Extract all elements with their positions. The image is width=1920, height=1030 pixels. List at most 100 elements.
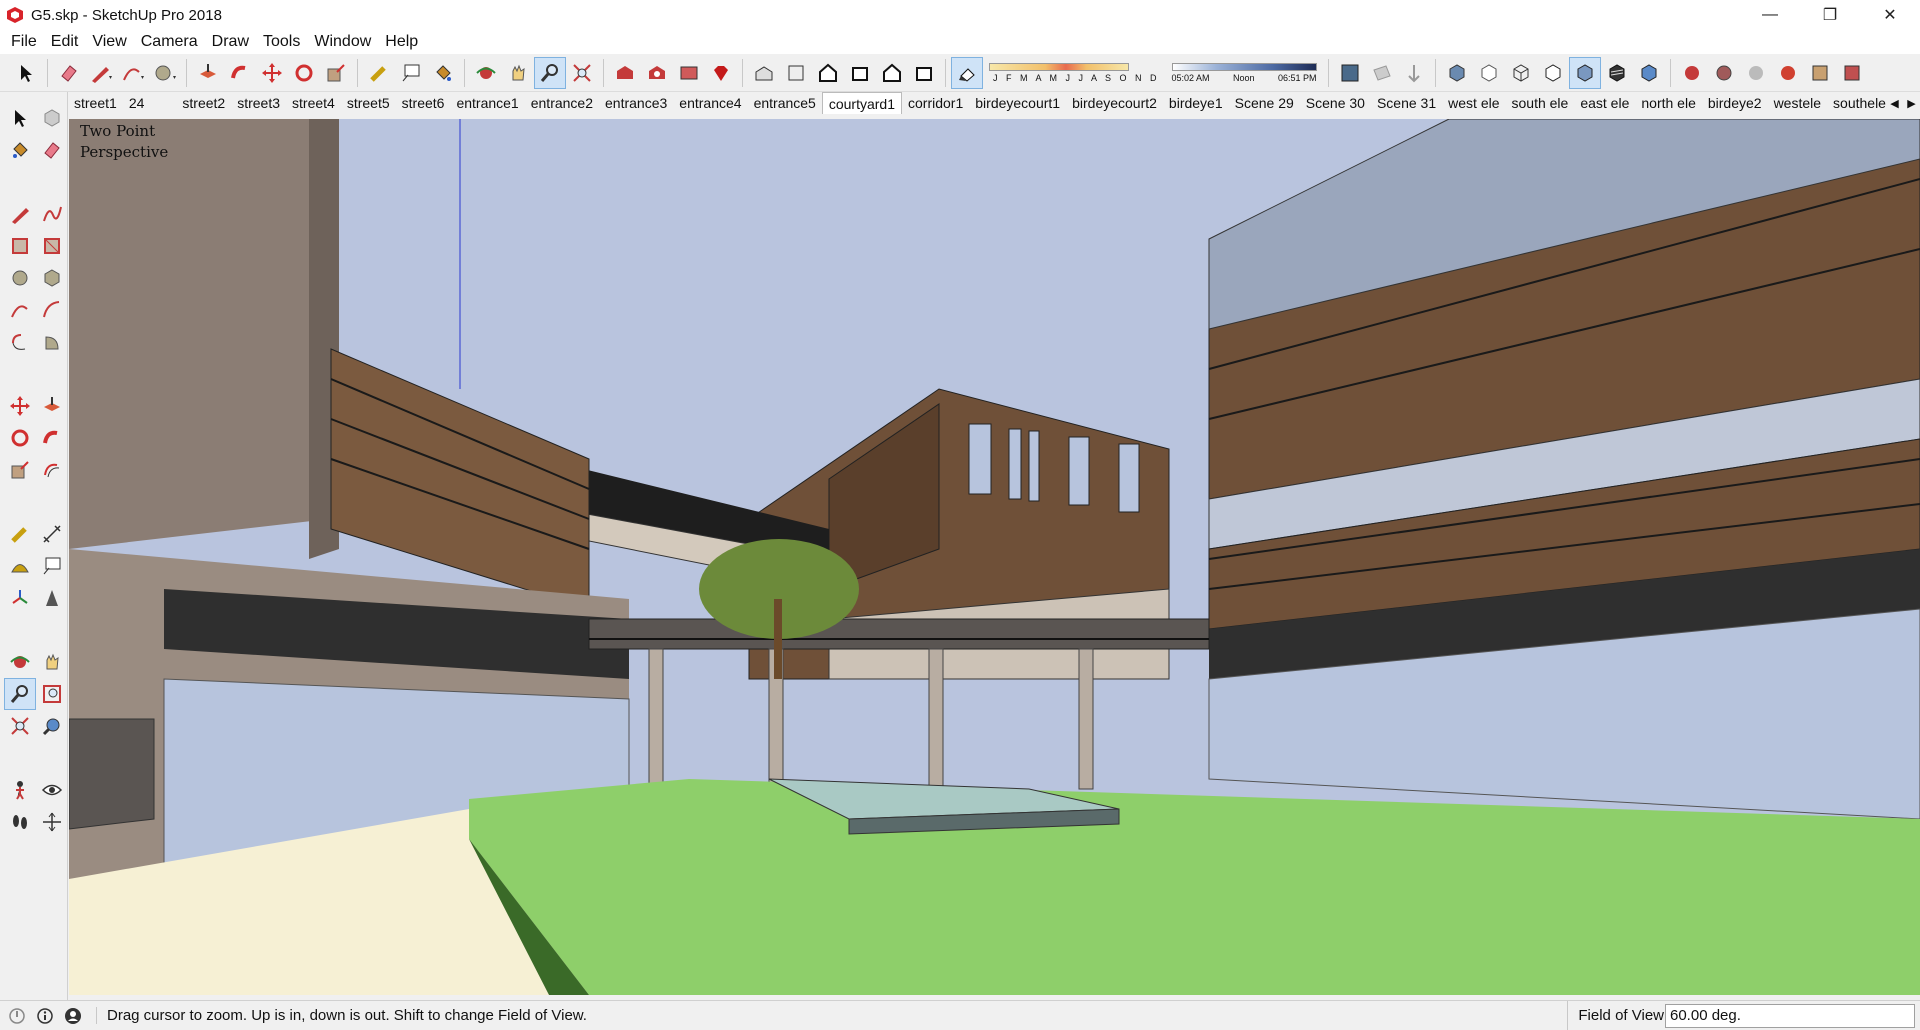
move-tool-button[interactable] xyxy=(256,57,288,89)
line-tool-button[interactable] xyxy=(85,57,117,89)
shadow-date-slider[interactable]: J F M A M J J A S O N D xyxy=(989,62,1160,83)
paint-bucket-tool[interactable] xyxy=(4,134,36,166)
scene-tab-scene-29[interactable]: Scene 29 xyxy=(1229,92,1300,114)
pie-tool[interactable] xyxy=(36,326,68,358)
component-tool-6-button[interactable] xyxy=(1836,57,1868,89)
scene-tab-street2[interactable]: street2 xyxy=(176,92,231,114)
scene-tab-birdeyecourt2[interactable]: birdeyecourt2 xyxy=(1066,92,1163,114)
zoom-tool[interactable] xyxy=(4,678,36,710)
scene-tab-east-ele[interactable]: east ele xyxy=(1574,92,1635,114)
protractor-tool[interactable] xyxy=(4,550,36,582)
tape-measure-button[interactable] xyxy=(363,57,395,89)
zoom-extents-tool[interactable] xyxy=(4,710,36,742)
menu-help[interactable]: Help xyxy=(378,30,425,54)
push-pull-tool[interactable] xyxy=(36,390,68,422)
push-pull-button[interactable] xyxy=(192,57,224,89)
scene-tab-birdeyecourt1[interactable]: birdeyecourt1 xyxy=(969,92,1066,114)
section-plane-tool[interactable] xyxy=(36,806,68,838)
eraser-tool[interactable] xyxy=(36,134,68,166)
follow-me-button[interactable] xyxy=(224,57,256,89)
front-view-button[interactable] xyxy=(812,57,844,89)
scene-tab-entrance5[interactable]: entrance5 xyxy=(748,92,822,114)
maximize-button[interactable]: ❐ xyxy=(1800,0,1860,30)
rotate-tool-button[interactable] xyxy=(288,57,320,89)
model-viewport[interactable]: Two Point Perspective xyxy=(69,119,1920,995)
arc-tool-button[interactable] xyxy=(117,57,149,89)
tape-measure-tool[interactable] xyxy=(4,518,36,550)
back-view-button[interactable] xyxy=(876,57,908,89)
eraser-tool-button[interactable] xyxy=(53,57,85,89)
display-section-cuts-button[interactable] xyxy=(1398,57,1430,89)
paint-bucket-button[interactable] xyxy=(427,57,459,89)
top-view-button[interactable] xyxy=(780,57,812,89)
circle-tool[interactable] xyxy=(4,262,36,294)
select-tool-button[interactable] xyxy=(10,57,42,89)
display-section-planes-button[interactable] xyxy=(1366,57,1398,89)
scene-tab-street1[interactable]: street1 xyxy=(68,92,123,114)
menu-window[interactable]: Window xyxy=(307,30,378,54)
scene-tab-southele[interactable]: southele xyxy=(1827,92,1892,114)
rotate-tool[interactable] xyxy=(4,422,36,454)
shadows-toggle-button[interactable] xyxy=(951,56,983,89)
credits-info-icon[interactable] xyxy=(34,1005,56,1027)
menu-view[interactable]: View xyxy=(85,30,133,54)
scene-tab-scene-30[interactable]: Scene 30 xyxy=(1300,92,1371,114)
rectangle-tool[interactable] xyxy=(4,230,36,262)
time-slider-track[interactable] xyxy=(1171,62,1317,71)
line-tool[interactable] xyxy=(4,198,36,230)
left-view-button[interactable] xyxy=(908,57,940,89)
move-tool[interactable] xyxy=(4,390,36,422)
polygon-tool[interactable] xyxy=(36,262,68,294)
text-tool-button[interactable] xyxy=(395,57,427,89)
menu-file[interactable]: File xyxy=(4,30,44,54)
wireframe-button[interactable] xyxy=(1505,57,1537,89)
scene-tab-street3[interactable]: street3 xyxy=(231,92,286,114)
monochrome-button[interactable] xyxy=(1633,57,1665,89)
scene-tab-westele[interactable]: westele xyxy=(1768,92,1827,114)
make-component-tool[interactable] xyxy=(36,102,68,134)
minimize-button[interactable]: — xyxy=(1740,0,1800,30)
back-edges-button[interactable] xyxy=(1473,57,1505,89)
menu-camera[interactable]: Camera xyxy=(134,30,205,54)
close-button[interactable]: ✕ xyxy=(1860,0,1920,30)
warehouse-button[interactable] xyxy=(609,57,641,89)
scene-tab-24[interactable]: 24 xyxy=(123,92,151,114)
share-model-button[interactable] xyxy=(641,57,673,89)
date-slider-track[interactable] xyxy=(989,62,1129,71)
arc-tool[interactable] xyxy=(4,294,36,326)
axes-tool[interactable] xyxy=(4,582,36,614)
two-point-arc-tool[interactable] xyxy=(36,294,68,326)
right-view-button[interactable] xyxy=(844,57,876,89)
extension-warehouse-button[interactable] xyxy=(705,57,737,89)
shapes-tool-button[interactable] xyxy=(149,57,181,89)
shaded-textures-button[interactable] xyxy=(1601,57,1633,89)
scene-tab-entrance1[interactable]: entrance1 xyxy=(450,92,524,114)
offset-tool[interactable] xyxy=(36,454,68,486)
user-account-icon[interactable] xyxy=(62,1005,84,1027)
scene-tab-street5[interactable]: street5 xyxy=(341,92,396,114)
shaded-button[interactable] xyxy=(1568,56,1601,89)
position-camera-tool[interactable] xyxy=(4,774,36,806)
scene-tab-corridor1[interactable]: corridor1 xyxy=(902,92,969,114)
look-around-tool[interactable] xyxy=(36,774,68,806)
zoom-button[interactable] xyxy=(534,56,566,89)
scene-tab-birdeye2[interactable]: birdeye2 xyxy=(1702,92,1768,114)
scale-tool-button[interactable] xyxy=(320,57,352,89)
component-tool-5-button[interactable] xyxy=(1804,57,1836,89)
menu-edit[interactable]: Edit xyxy=(44,30,86,54)
scene-tab-birdeye1[interactable]: birdeye1 xyxy=(1163,92,1229,114)
component-tool-2-button[interactable] xyxy=(1708,57,1740,89)
walk-tool[interactable] xyxy=(4,806,36,838)
component-tool-3-button[interactable] xyxy=(1740,57,1772,89)
pan-tool[interactable] xyxy=(36,646,68,678)
scene-tab-north-ele[interactable]: north ele xyxy=(1635,92,1701,114)
scene-tab-entrance4[interactable]: entrance4 xyxy=(673,92,747,114)
scene-tab-entrance2[interactable]: entrance2 xyxy=(525,92,599,114)
scene-tab-west-ele[interactable]: west ele xyxy=(1442,92,1505,114)
scroll-right-icon[interactable]: ▶ xyxy=(1907,97,1915,110)
share-component-button[interactable] xyxy=(673,57,705,89)
scene-tab-entrance3[interactable]: entrance3 xyxy=(599,92,673,114)
measurements-input[interactable]: 60.00 deg. xyxy=(1665,1004,1915,1028)
dimension-tool[interactable] xyxy=(36,518,68,550)
section-plane-button[interactable] xyxy=(1334,57,1366,89)
